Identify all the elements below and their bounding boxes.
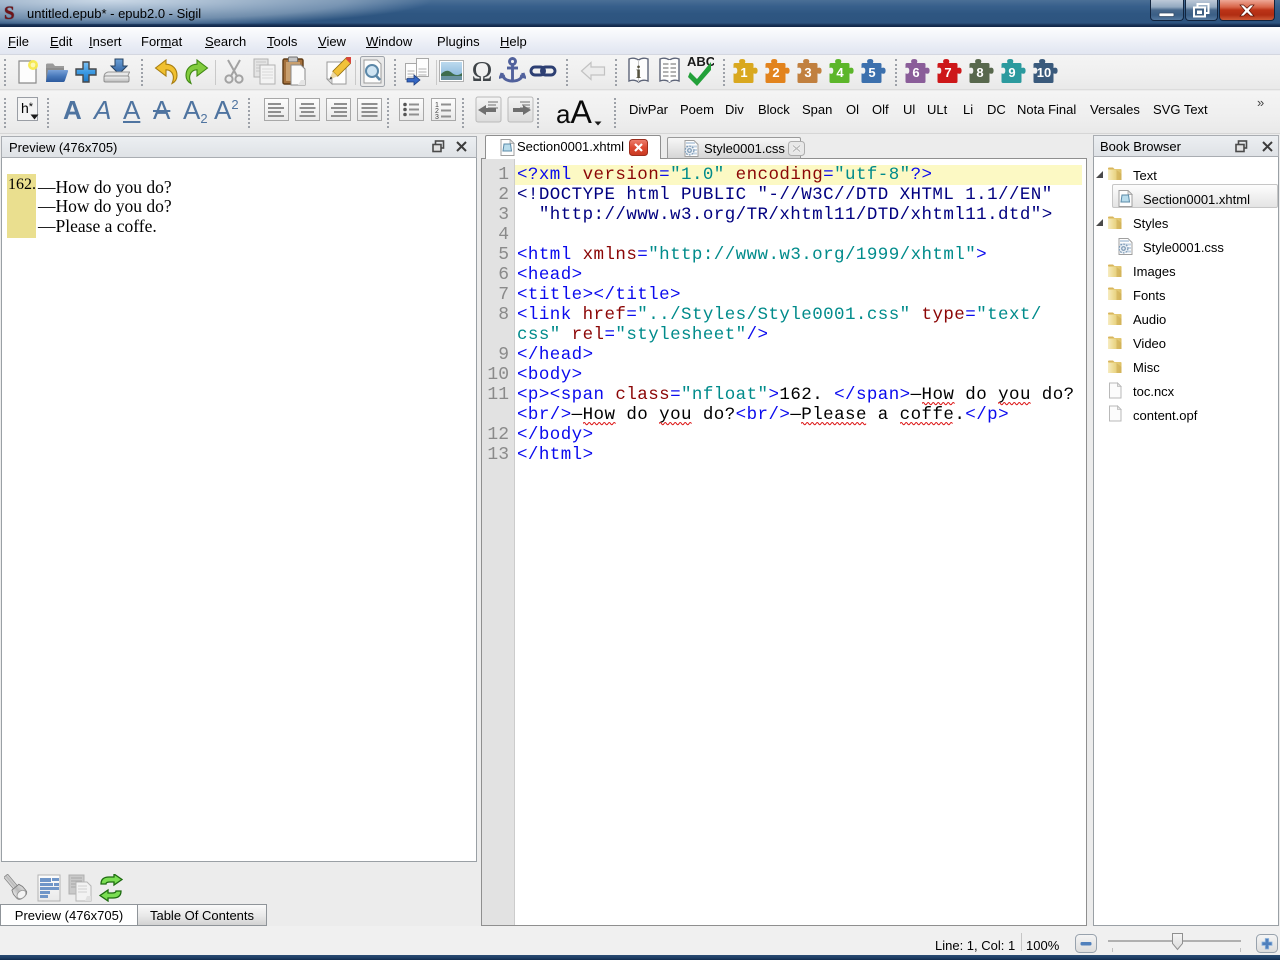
svg-text:4: 4 [836, 65, 844, 80]
svg-text:3: 3 [435, 114, 439, 121]
svg-text:3: 3 [804, 65, 811, 80]
svg-text:i: i [636, 62, 641, 82]
svg-text:6: 6 [912, 65, 919, 80]
svg-text:10: 10 [1037, 65, 1051, 80]
svg-text:9: 9 [1008, 65, 1015, 80]
svg-text:7: 7 [944, 65, 951, 80]
svg-text:2: 2 [772, 65, 779, 80]
svg-text:8: 8 [976, 65, 983, 80]
svg-text:Ω: Ω [472, 57, 493, 86]
svg-text:1: 1 [740, 65, 747, 80]
svg-text:5: 5 [868, 65, 875, 80]
